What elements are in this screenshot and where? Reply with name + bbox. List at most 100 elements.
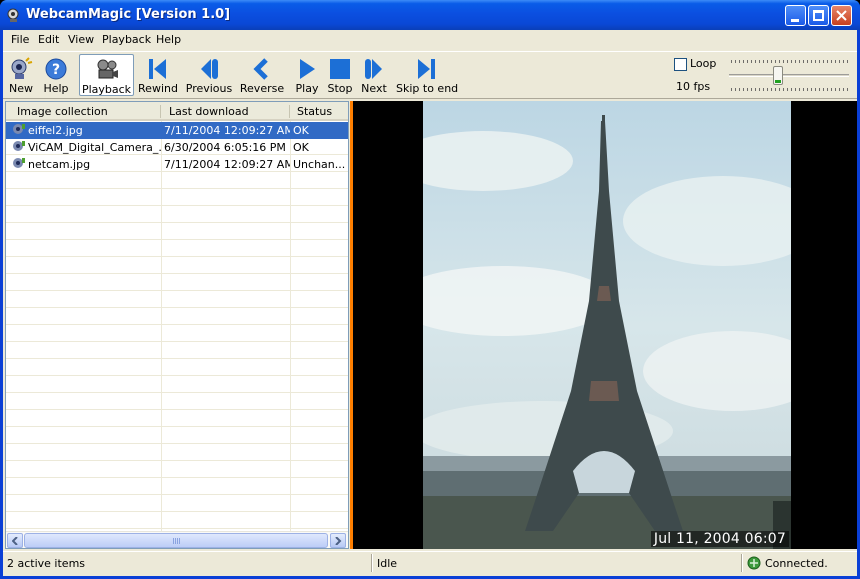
rewind-label: Rewind [138, 82, 178, 95]
skip-to-end-icon [418, 59, 435, 79]
chevron-right-icon [335, 537, 342, 545]
menu-help[interactable]: Help [156, 33, 181, 46]
list-header: Image collection Last download Status [6, 102, 348, 121]
svg-text:?: ? [52, 62, 60, 78]
close-icon [836, 10, 847, 21]
stop-button[interactable]: Stop [325, 54, 355, 96]
minimize-icon [791, 19, 799, 22]
window-title: WebcamMagic [Version 1.0] [26, 7, 231, 22]
column-header-image-collection[interactable]: Image collection [17, 105, 108, 118]
image-timestamp: Jul 11, 2004 06:07 [650, 531, 789, 547]
menu-file[interactable]: File [11, 33, 29, 46]
list-item-name: netcam.jpg [28, 158, 91, 171]
play-button[interactable]: Play [292, 54, 322, 96]
previous-icon [201, 59, 218, 79]
skip-to-end-label: Skip to end [396, 82, 459, 95]
list-item-status-cell: OK [290, 122, 348, 139]
column-gridline [290, 121, 291, 531]
close-button[interactable] [831, 5, 852, 26]
list-item-name: eiffel2.jpg [28, 124, 83, 137]
skip-to-end-button[interactable]: Skip to end [396, 54, 459, 96]
list-item-date-cell: 6/30/2004 6:05:16 PM [164, 141, 286, 154]
webcam-item-icon [13, 158, 25, 168]
maximize-icon [813, 10, 824, 21]
app-window: WebcamMagic [Version 1.0] File Edit View… [0, 0, 860, 579]
toolbar: New ? Help Playback Rewind Previous Reve… [3, 51, 857, 99]
scroll-left-button[interactable] [7, 533, 23, 548]
list-rows-background [6, 121, 348, 531]
menu-playback[interactable]: Playback [102, 33, 151, 46]
help-icon: ? [45, 58, 67, 80]
new-button[interactable]: New [5, 54, 37, 96]
loop-checkbox[interactable] [674, 58, 687, 71]
status-state: Idle [377, 557, 398, 570]
slider-ticks-top [731, 60, 849, 63]
play-icon [300, 59, 315, 79]
column-header-last-download[interactable]: Last download [169, 105, 249, 118]
column-header-status[interactable]: Status [297, 105, 332, 118]
status-active-items: 2 active items [7, 557, 86, 570]
column-separator [160, 105, 161, 118]
webcam-item-icon [13, 141, 25, 151]
next-button[interactable]: Next [359, 54, 389, 96]
list-item-status-cell: OK [293, 141, 309, 154]
horizontal-scrollbar[interactable] [6, 531, 348, 548]
webcam-image [423, 101, 791, 549]
stop-label: Stop [327, 82, 353, 95]
rewind-icon [149, 59, 166, 79]
scroll-right-button[interactable] [330, 533, 346, 548]
menu-view[interactable]: View [68, 33, 94, 46]
webcam-new-icon [11, 57, 33, 79]
next-icon [365, 59, 382, 79]
next-label: Next [361, 82, 387, 95]
help-button[interactable]: ? Help [40, 54, 72, 96]
playback-button[interactable]: Playback [79, 54, 134, 96]
reverse-button[interactable]: Reverse [238, 54, 286, 96]
column-gridline [161, 121, 162, 531]
list-item-date-cell: 7/11/2004 12:09:27 AM [161, 122, 290, 139]
webcam-app-icon [7, 8, 19, 22]
help-label: Help [43, 82, 69, 95]
speed-slider-track[interactable] [729, 74, 849, 77]
loop-label: Loop [690, 57, 717, 70]
list-item-name: ViCAM_Digital_Camera_... [28, 141, 161, 154]
playback-label: Playback [81, 83, 132, 96]
image-viewer: Jul 11, 2004 06:07 [353, 101, 857, 549]
list-item-date-cell: 7/11/2004 12:09:27 AM [164, 158, 290, 171]
previous-label: Previous [185, 82, 233, 95]
status-separator [371, 554, 373, 572]
menu-edit[interactable]: Edit [38, 33, 59, 46]
maximize-button[interactable] [808, 5, 829, 26]
status-bar: 2 active items Idle Connected. [3, 551, 857, 573]
list-item-name-cell: ViCAM_Digital_Camera_... [6, 139, 161, 156]
chevron-left-icon [12, 537, 18, 545]
list-item[interactable]: eiffel2.jpg 7/11/2004 12:09:27 AM OK [6, 122, 348, 139]
list-item-name-cell: eiffel2.jpg [6, 122, 161, 139]
list-item[interactable]: ViCAM_Digital_Camera_... 6/30/2004 6:05:… [6, 139, 348, 156]
reverse-icon [253, 58, 268, 80]
title-bar[interactable]: WebcamMagic [Version 1.0] [0, 0, 860, 30]
list-item-status-cell: Unchan... [293, 158, 346, 171]
column-separator [289, 105, 290, 118]
film-projector-icon [97, 59, 118, 79]
slider-ticks-bottom [731, 88, 849, 91]
speed-slider-thumb[interactable] [773, 66, 783, 85]
previous-button[interactable]: Previous [185, 54, 233, 96]
image-collection-list[interactable]: Image collection Last download Status ei… [5, 101, 349, 549]
connected-icon [747, 556, 761, 570]
reverse-label: Reverse [239, 82, 285, 95]
webcam-item-icon [13, 124, 25, 134]
status-connection: Connected. [747, 555, 828, 572]
status-separator [741, 554, 743, 572]
connection-text: Connected. [765, 557, 828, 570]
new-label: New [9, 82, 33, 95]
list-item-name-cell: netcam.jpg [6, 156, 161, 173]
fps-label: 10 fps [676, 80, 711, 93]
minimize-button[interactable] [785, 5, 806, 26]
scroll-thumb[interactable] [24, 533, 328, 548]
stop-icon [330, 59, 350, 79]
list-item[interactable]: netcam.jpg 7/11/2004 12:09:27 AM Unchan.… [6, 156, 348, 173]
client-area: File Edit View Playback Help New ? Help … [3, 30, 857, 576]
menu-bar: File Edit View Playback Help [3, 30, 857, 50]
rewind-button[interactable]: Rewind [137, 54, 179, 96]
